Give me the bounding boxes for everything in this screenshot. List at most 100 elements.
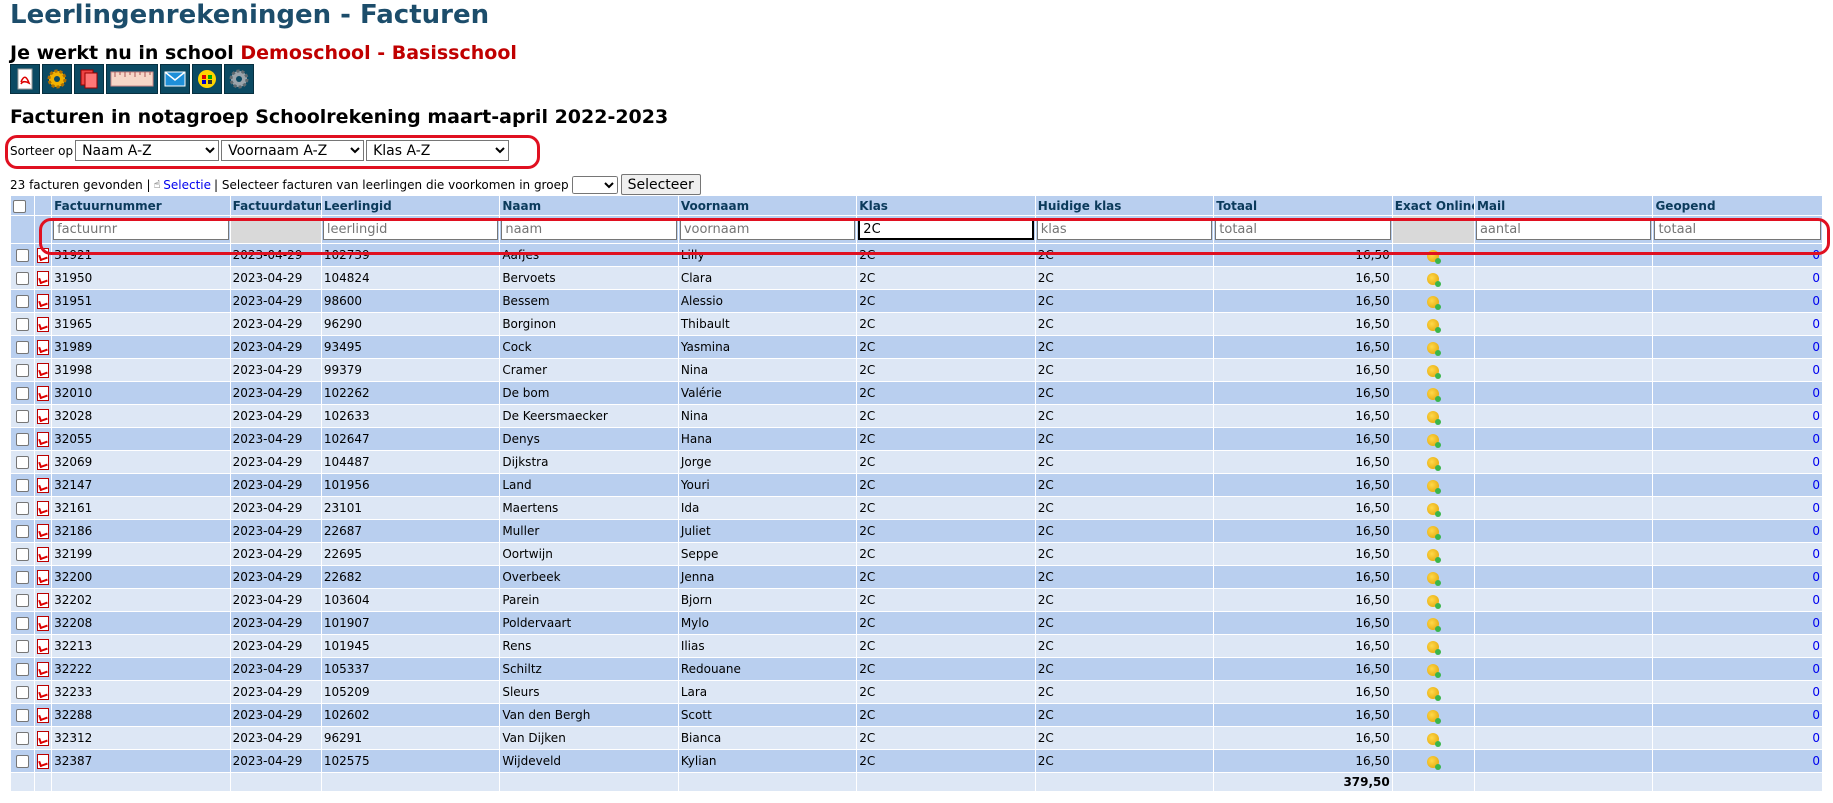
cell-geopend[interactable]: 0	[1652, 450, 1823, 474]
group-select[interactable]	[571, 175, 618, 194]
cell-geopend[interactable]: 0	[1652, 289, 1823, 313]
row-checkbox[interactable]	[16, 594, 30, 607]
pdf-icon[interactable]	[37, 523, 50, 539]
filter-klas[interactable]	[858, 219, 1034, 240]
pdf-icon[interactable]	[37, 408, 50, 424]
sort-select-1[interactable]: Naam A-Z	[75, 140, 220, 161]
row-checkbox[interactable]	[16, 755, 30, 768]
sort-select-2[interactable]: Voornaam A-Z	[221, 140, 365, 161]
col-factuurnummer[interactable]: Factuurnummer	[51, 195, 231, 216]
pdf-icon[interactable]	[37, 270, 50, 286]
cell-geopend[interactable]: 0	[1652, 703, 1823, 727]
exact-online-icon[interactable]	[1427, 318, 1442, 333]
row-checkbox[interactable]	[16, 686, 30, 699]
exact-online-icon[interactable]	[1427, 502, 1442, 517]
exact-online-icon[interactable]	[1427, 686, 1442, 701]
row-checkbox[interactable]	[16, 732, 30, 745]
pdf-icon[interactable]	[37, 293, 50, 309]
cell-geopend[interactable]: 0	[1652, 312, 1823, 336]
cell-geopend[interactable]: 0	[1652, 404, 1823, 428]
exact-online-icon[interactable]	[1427, 663, 1442, 678]
filter-geopend[interactable]	[1654, 219, 1821, 240]
exact-online-icon[interactable]	[1427, 548, 1442, 563]
cell-geopend[interactable]: 0	[1652, 358, 1823, 382]
row-checkbox[interactable]	[16, 318, 30, 331]
row-checkbox[interactable]	[16, 479, 30, 492]
pdf-icon[interactable]	[37, 500, 50, 516]
pdf-icon[interactable]	[37, 362, 50, 378]
pdf-icon[interactable]	[37, 615, 50, 631]
sort-select-3[interactable]: Klas A-Z	[366, 140, 510, 161]
exact-online-icon[interactable]	[1427, 456, 1442, 471]
filter-mail[interactable]	[1475, 219, 1652, 240]
exact-online-icon[interactable]	[1427, 410, 1442, 425]
exact-online-icon[interactable]	[1427, 387, 1442, 402]
selecteer-button[interactable]: Selecteer	[620, 174, 701, 195]
filter-huidige-klas[interactable]	[1036, 219, 1213, 240]
exact-online-icon[interactable]	[1427, 640, 1442, 655]
row-checkbox[interactable]	[16, 571, 30, 584]
row-checkbox[interactable]	[16, 525, 30, 538]
col-exact-online[interactable]: Exact Online	[1391, 195, 1475, 216]
exact-online-icon[interactable]	[1427, 341, 1442, 356]
pdf-icon[interactable]	[10, 64, 40, 94]
row-checkbox[interactable]	[16, 387, 30, 400]
cell-geopend[interactable]: 0	[1652, 381, 1823, 405]
col-naam[interactable]: Naam	[499, 195, 679, 216]
pdf-icon[interactable]	[37, 592, 50, 608]
cell-geopend[interactable]: 0	[1652, 335, 1823, 359]
col-totaal[interactable]: Totaal	[1213, 195, 1393, 216]
col-mail[interactable]: Mail	[1473, 195, 1654, 216]
pdf-icon[interactable]	[37, 546, 50, 562]
row-checkbox[interactable]	[16, 709, 30, 722]
row-checkbox[interactable]	[16, 410, 30, 423]
pdf-icon[interactable]	[37, 316, 50, 332]
cell-geopend[interactable]: 0	[1652, 243, 1823, 267]
pdf-icon[interactable]	[37, 638, 50, 654]
cell-geopend[interactable]: 0	[1652, 611, 1823, 635]
row-checkbox[interactable]	[16, 617, 30, 630]
filter-voornaam[interactable]	[679, 219, 856, 240]
exact-online-icon[interactable]	[1427, 617, 1442, 632]
cell-geopend[interactable]: 0	[1652, 726, 1823, 750]
col-huidige-klas[interactable]: Huidige klas	[1034, 195, 1215, 216]
cell-geopend[interactable]: 0	[1652, 519, 1823, 543]
settings-icon[interactable]	[224, 64, 254, 94]
cell-geopend[interactable]: 0	[1652, 473, 1823, 497]
row-checkbox[interactable]	[16, 548, 30, 561]
exact-online-icon[interactable]	[1427, 479, 1442, 494]
row-checkbox[interactable]	[16, 295, 30, 308]
exact-online-icon[interactable]	[1427, 755, 1442, 770]
exact-online-icon[interactable]	[1427, 249, 1442, 264]
filter-leerlingid[interactable]	[322, 219, 499, 240]
cell-geopend[interactable]: 0	[1652, 496, 1823, 520]
exact-online-icon[interactable]	[1427, 295, 1442, 310]
col-voornaam[interactable]: Voornaam	[677, 195, 858, 216]
cell-geopend[interactable]: 0	[1652, 657, 1823, 681]
cell-geopend[interactable]: 0	[1652, 588, 1823, 612]
cell-geopend[interactable]: 0	[1652, 542, 1823, 566]
exact-online-icon[interactable]	[1427, 433, 1442, 448]
exact-online-icon[interactable]	[1427, 732, 1442, 747]
pdf-icon[interactable]	[37, 707, 50, 723]
row-checkbox[interactable]	[16, 433, 30, 446]
gear-icon[interactable]	[42, 64, 72, 94]
pdf-icon[interactable]	[37, 730, 50, 746]
col-klas[interactable]: Klas	[856, 195, 1036, 216]
cell-geopend[interactable]: 0	[1652, 680, 1823, 704]
exact-online-icon[interactable]	[1427, 709, 1442, 724]
cell-geopend[interactable]: 0	[1652, 266, 1823, 290]
documents-icon[interactable]	[74, 64, 104, 94]
pdf-icon[interactable]	[37, 569, 50, 585]
row-checkbox[interactable]	[16, 341, 30, 354]
ruler-icon[interactable]	[106, 64, 158, 94]
filter-naam[interactable]	[501, 219, 677, 240]
row-checkbox[interactable]	[16, 364, 30, 377]
row-checkbox[interactable]	[16, 272, 30, 285]
pdf-icon[interactable]	[37, 753, 50, 769]
pdf-icon[interactable]	[37, 431, 50, 447]
exact-online-icon[interactable]	[1427, 594, 1442, 609]
pdf-icon[interactable]	[37, 454, 50, 470]
pdf-icon[interactable]	[37, 339, 50, 355]
row-checkbox[interactable]	[16, 456, 30, 469]
